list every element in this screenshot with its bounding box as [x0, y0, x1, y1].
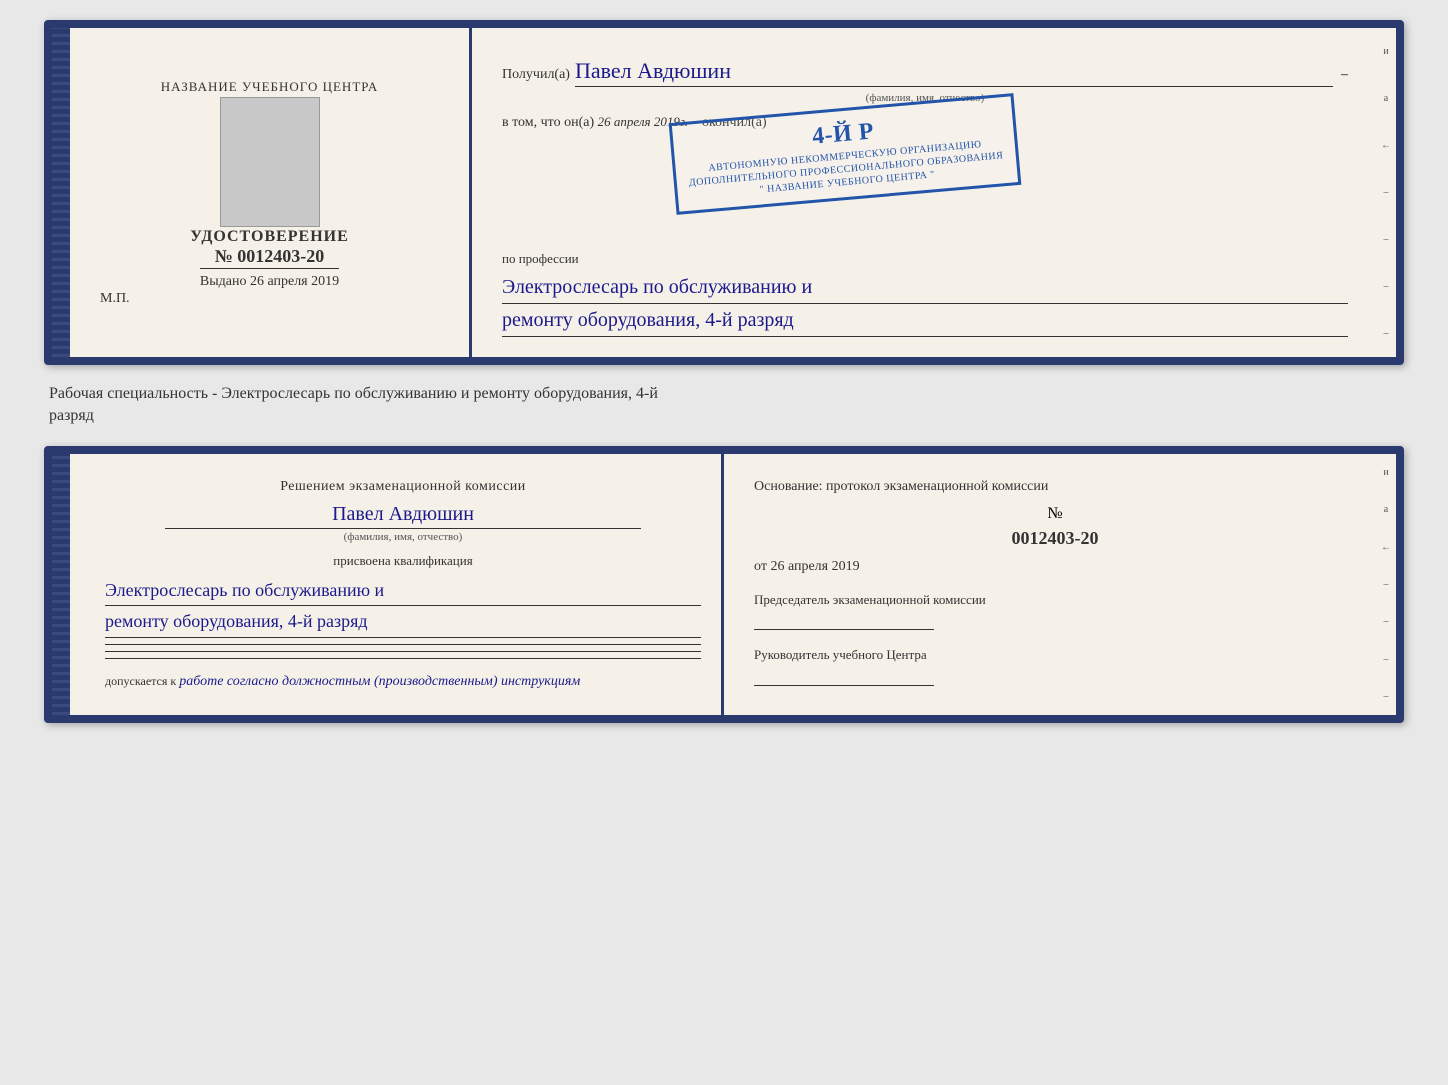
number-prefix: №: [215, 246, 233, 266]
bottom-doc-right: Основание: протокол экзаменационной коми…: [724, 454, 1396, 715]
udostoverenie-number: № 0012403-20: [190, 246, 349, 267]
osnovanie-title: Основание: протокол экзаменационной коми…: [754, 479, 1356, 495]
middle-text-line1: Рабочая специальность - Электрослесарь п…: [49, 383, 1399, 405]
top-document: НАЗВАНИЕ УЧЕБНОГО ЦЕНТРА УДОСТОВЕРЕНИЕ №…: [44, 20, 1404, 365]
bottom-left-inner: Решением экзаменационной комиссии Павел …: [105, 479, 701, 690]
prisvoena-label: присвоена квалификация: [105, 553, 701, 569]
fio-label-bottom: (фамилия, имя, отчество): [105, 531, 701, 543]
qualification-line2: ремонту оборудования, 4-й разряд: [105, 606, 701, 638]
top-doc-left: НАЗВАНИЕ УЧЕБНОГО ЦЕНТРА УДОСТОВЕРЕНИЕ №…: [52, 28, 472, 357]
recipient-name: Павел Авдюшин: [575, 58, 1333, 87]
ot-row: от 26 апреля 2019: [754, 559, 1356, 575]
poluchil-label: Получил(a): [502, 67, 570, 83]
predsedatel-sig-line: [754, 629, 934, 630]
rukovoditel-label: Руководитель учебного Центра: [754, 645, 1356, 665]
spine-left-decoration: [52, 28, 70, 357]
bottom-doc-left: Решением экзаменационной комиссии Павел …: [52, 454, 724, 715]
dopuskaetsya-row: допускается к работе согласно должностны…: [105, 674, 701, 690]
bottom-document: Решением экзаменационной комиссии Павел …: [44, 446, 1404, 723]
rukovoditel-sig-line: [754, 685, 934, 686]
po-professii-label: по профессии: [502, 251, 1348, 267]
top-doc-right: Получил(a) Павел Авдюшин – (фамилия, имя…: [472, 28, 1396, 357]
dash-1: –: [1341, 67, 1348, 83]
udostoverenie-block: УДОСТОВЕРЕНИЕ № 0012403-20: [190, 228, 349, 267]
predsedatel-block: Председатель экзаменационной комиссии: [754, 590, 1356, 631]
bottom-right-inner: Основание: протокол экзаменационной коми…: [754, 479, 1356, 686]
dopuskaetsya-text: работе согласно должностным (производств…: [179, 674, 580, 689]
ot-prefix: от: [754, 559, 767, 574]
training-center-title: НАЗВАНИЕ УЧЕБНОГО ЦЕНТРА: [161, 78, 378, 96]
middle-text-block: Рабочая специальность - Электрослесарь п…: [44, 383, 1404, 428]
sig-line-1: [105, 644, 701, 645]
bottom-recipient-name: Павел Авдюшин: [165, 503, 642, 529]
udostoverenie-label: УДОСТОВЕРЕНИЕ: [190, 228, 349, 246]
sig-line-2: [105, 651, 701, 652]
mp-label: М.П.: [100, 291, 130, 307]
vydano-date: 26 апреля 2019: [250, 274, 339, 289]
photo-placeholder: [220, 97, 320, 227]
poluchil-row: Получил(a) Павел Авдюшин –: [502, 58, 1348, 87]
sig-line-3: [105, 658, 701, 659]
top-doc-left-inner: НАЗВАНИЕ УЧЕБНОГО ЦЕНТРА УДОСТОВЕРЕНИЕ №…: [90, 58, 449, 327]
vtom-label: в том, что он(а): [502, 115, 594, 130]
bottom-spine-left: [52, 454, 70, 715]
predsedatel-label: Председатель экзаменационной комиссии: [754, 590, 1356, 610]
dopuskaetsya-prefix: допускается к: [105, 674, 176, 688]
protocol-number: 0012403-20: [754, 528, 1356, 549]
top-doc-right-inner: Получил(a) Павел Авдюшин – (фамилия, имя…: [502, 58, 1348, 337]
profession-line2: ремонту оборудования, 4-й разряд: [502, 304, 1348, 337]
rukovoditel-block: Руководитель учебного Центра: [754, 645, 1356, 686]
middle-text-line2: разряд: [49, 405, 1399, 427]
vydano-line: Выдано 26 апреля 2019: [200, 268, 339, 290]
po-professii-block: по профессии Электрослесарь по обслужива…: [502, 251, 1348, 337]
resheniem-title: Решением экзаменационной комиссии: [105, 479, 701, 495]
protocol-number-row: № 0012403-20: [754, 505, 1356, 549]
stamp-overlay: 4-й р АВТОНОМНУЮ НЕКОММЕРЧЕСКУЮ ОРГАНИЗА…: [669, 93, 1021, 215]
vydano-label: Выдано: [200, 274, 247, 289]
profession-line1: Электрослесарь по обслуживанию и: [502, 271, 1348, 304]
bottom-right-spine-dashes: и а ← – – – –: [1376, 454, 1396, 715]
udostoverenie-number-value: 0012403-20: [237, 246, 324, 266]
ot-date: 26 апреля 2019: [770, 559, 859, 574]
right-spine-dashes: и а ← – – – –: [1376, 28, 1396, 357]
protocol-prefix: №: [1047, 505, 1062, 522]
qualification-line1: Электрослесарь по обслуживанию и: [105, 575, 701, 607]
